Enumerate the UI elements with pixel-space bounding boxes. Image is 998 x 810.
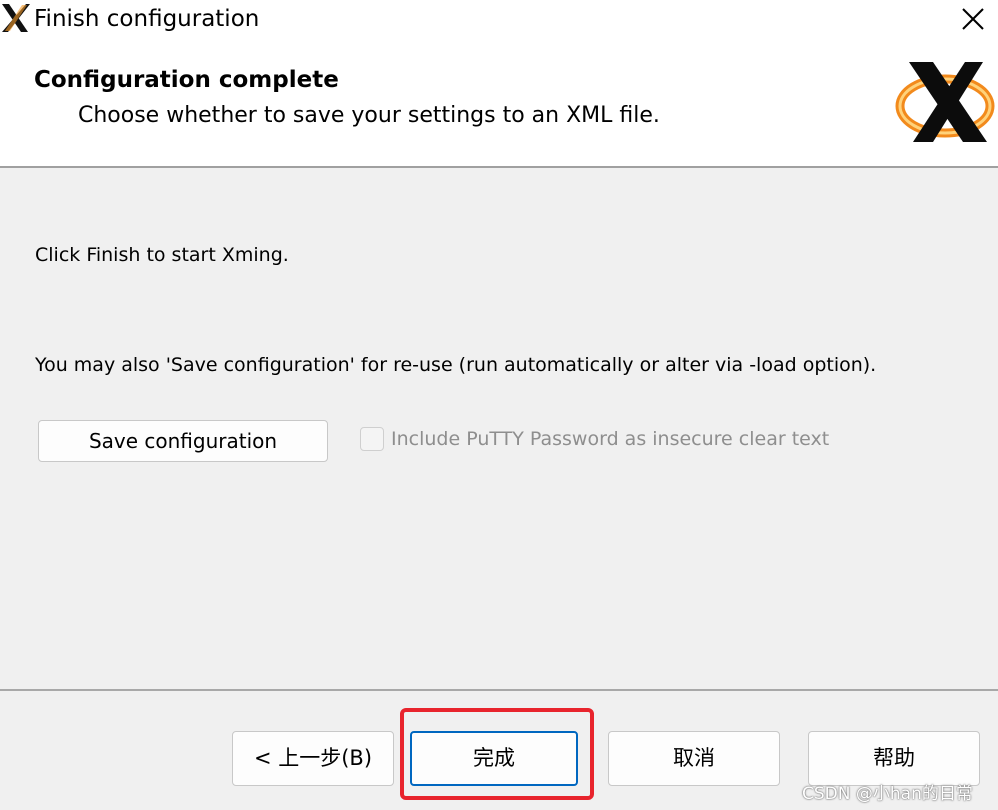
putty-password-option[interactable]: Include PuTTY Password as insecure clear… xyxy=(360,424,829,454)
window-title: Finish configuration xyxy=(34,6,260,32)
instruction-text: Click Finish to start Xming. xyxy=(35,244,289,266)
cancel-button[interactable]: 取消 xyxy=(608,731,780,786)
header-title: Configuration complete xyxy=(34,67,339,93)
header-subtitle: Choose whether to save your settings to … xyxy=(78,103,660,128)
save-configuration-button[interactable]: Save configuration xyxy=(38,420,328,462)
xming-logo xyxy=(895,62,995,142)
wizard-header: Configuration complete Choose whether to… xyxy=(0,38,998,168)
putty-password-checkbox[interactable] xyxy=(360,427,384,451)
annotation-highlight-box xyxy=(400,708,594,800)
close-icon[interactable] xyxy=(953,2,993,36)
putty-password-label: Include PuTTY Password as insecure clear… xyxy=(391,428,830,450)
back-button[interactable]: < 上一步(B) xyxy=(232,731,394,786)
watermark: CSDN @小han的日常 xyxy=(802,784,973,804)
help-button[interactable]: 帮助 xyxy=(808,731,980,786)
xming-x-icon xyxy=(2,4,30,32)
title-bar: Finish configuration xyxy=(0,0,998,38)
footer-divider xyxy=(0,689,998,691)
save-hint-text: You may also 'Save configuration' for re… xyxy=(35,354,877,376)
